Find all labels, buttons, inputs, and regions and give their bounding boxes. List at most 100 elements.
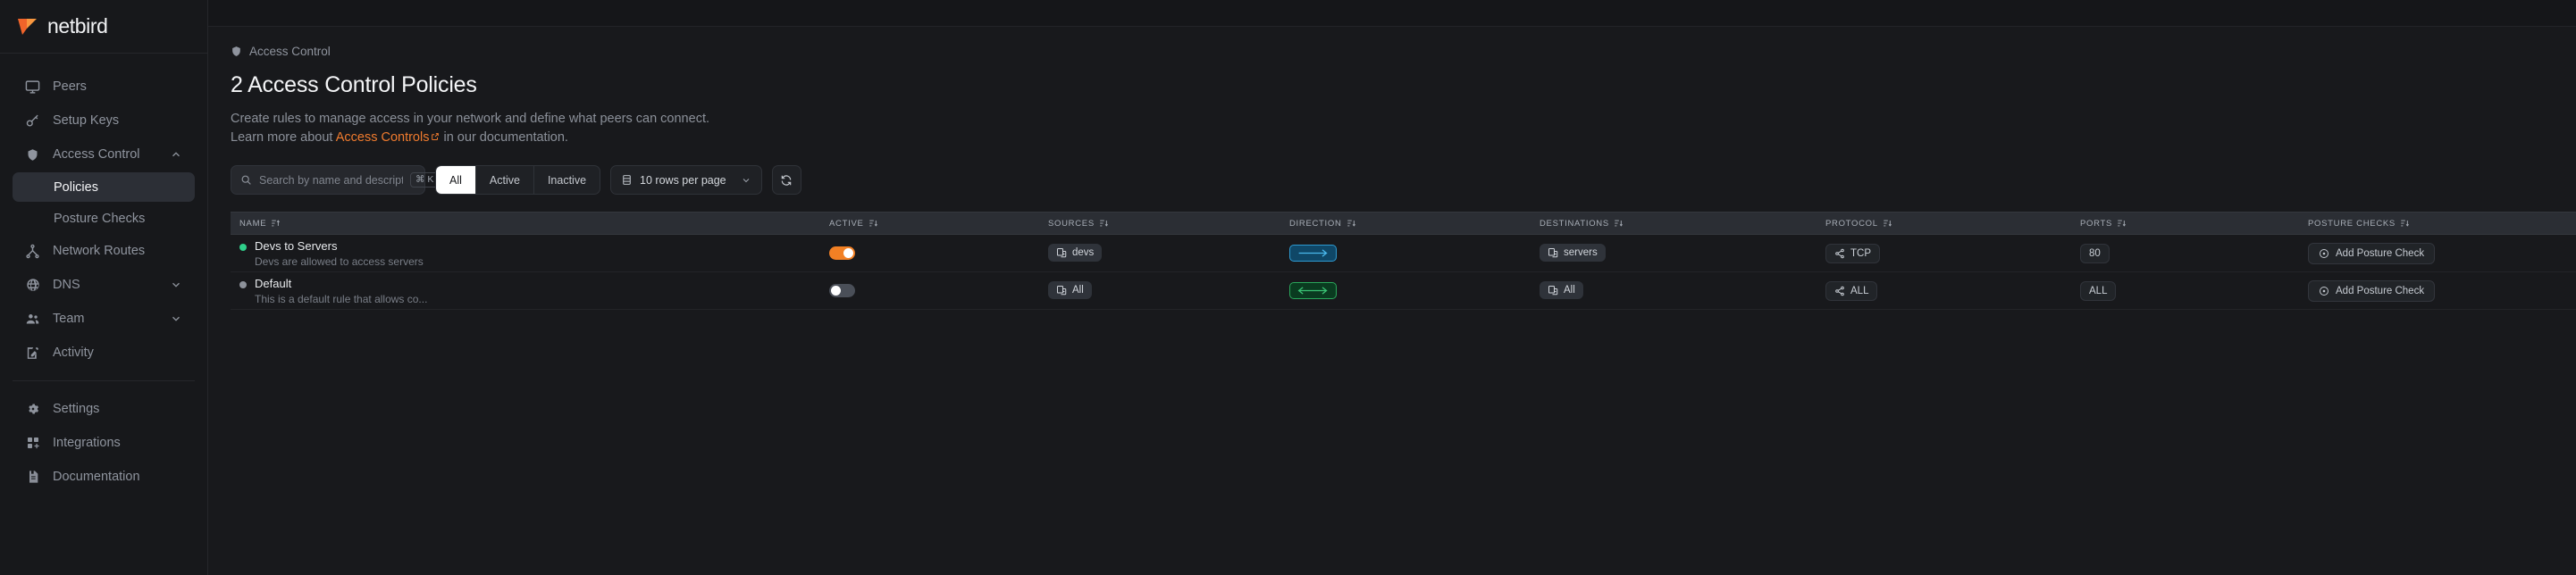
- sidebar-item-peers[interactable]: Peers: [13, 71, 195, 103]
- column-label: Direction: [1289, 219, 1342, 229]
- sidebar-item-activity[interactable]: Activity: [13, 337, 195, 369]
- sort-desc-icon: [1614, 219, 1623, 228]
- status-dot: [239, 244, 247, 251]
- refresh-icon: [780, 174, 793, 187]
- protocol-chip[interactable]: TCP: [1825, 244, 1880, 263]
- sidebar: netbird Peers Setup Keys: [0, 0, 208, 575]
- ports-chip[interactable]: ALL: [2080, 281, 2116, 301]
- filter-inactive-button[interactable]: Inactive: [534, 166, 600, 194]
- users-icon: [25, 312, 40, 327]
- group-icon: [1056, 247, 1067, 258]
- sidebar-item-posture-checks[interactable]: Posture Checks: [13, 204, 195, 233]
- sort-desc-icon: [1883, 219, 1892, 228]
- page-content: Access Control 2 Access Control Policies…: [208, 27, 2576, 575]
- sidebar-item-team[interactable]: Team: [13, 303, 195, 335]
- column-label: Protocol: [1825, 219, 1878, 229]
- filter-active-button[interactable]: Active: [476, 166, 534, 194]
- column-header-destinations[interactable]: Destinations: [1540, 219, 1825, 229]
- active-toggle[interactable]: [829, 246, 855, 260]
- active-toggle[interactable]: [829, 284, 855, 297]
- table-row[interactable]: Devs to Servers Devs are allowed to acce…: [231, 235, 2576, 272]
- cell-name: Devs to Servers Devs are allowed to acce…: [231, 238, 829, 269]
- cell-active: [829, 246, 1048, 260]
- sidebar-item-settings[interactable]: Settings: [13, 393, 195, 425]
- sidebar-item-dns[interactable]: DNS: [13, 269, 195, 301]
- app-root: netbird Peers Setup Keys: [0, 0, 2576, 575]
- column-header-posture-checks[interactable]: Posture Checks: [2308, 219, 2576, 229]
- column-label: Posture Checks: [2308, 219, 2396, 229]
- monitor-icon: [25, 79, 40, 95]
- globe-icon: [25, 278, 40, 293]
- column-header-protocol[interactable]: Protocol: [1825, 219, 2080, 229]
- refresh-button[interactable]: [772, 165, 801, 195]
- add-posture-check-button[interactable]: Add Posture Check: [2308, 243, 2435, 264]
- cell-posture-checks: Add Posture Check: [2308, 280, 2576, 302]
- table-toolbar: ⌘ K All Active Inactive 10 rows per page: [231, 165, 2576, 195]
- rows-per-page-select[interactable]: 10 rows per page: [610, 165, 762, 195]
- chevron-down-icon: [741, 175, 751, 186]
- main-content: Access Control 2 Access Control Policies…: [208, 0, 2576, 575]
- column-label: Destinations: [1540, 219, 1609, 229]
- column-header-direction[interactable]: Direction: [1289, 219, 1540, 229]
- sidebar-item-access-control[interactable]: Access Control: [13, 138, 195, 171]
- cell-posture-checks: Add Posture Check: [2308, 243, 2576, 264]
- source-label: All: [1072, 285, 1084, 296]
- direction-bidirectional-pill[interactable]: [1289, 282, 1337, 299]
- sidebar-item-documentation[interactable]: Documentation: [13, 461, 195, 493]
- source-group-chip[interactable]: All: [1048, 281, 1092, 299]
- cell-sources: All: [1048, 281, 1289, 300]
- sidebar-nav: Peers Setup Keys Access Control: [0, 54, 207, 575]
- sidebar-item-setup-keys[interactable]: Setup Keys: [13, 104, 195, 137]
- sort-desc-icon: [1099, 219, 1108, 228]
- table-row[interactable]: Default This is a default rule that allo…: [231, 272, 2576, 310]
- cell-direction: [1289, 245, 1540, 262]
- status-filter-group: All Active Inactive: [435, 165, 600, 195]
- group-icon: [1056, 285, 1067, 296]
- arrow-right-icon: [1296, 248, 1331, 258]
- destination-group-chip[interactable]: servers: [1540, 244, 1606, 262]
- sidebar-subitem-label: Policies: [54, 180, 98, 195]
- group-icon: [1548, 247, 1558, 258]
- toggle-knob: [831, 286, 841, 296]
- column-header-name[interactable]: Name: [231, 219, 829, 229]
- brand-logo[interactable]: netbird: [0, 0, 207, 54]
- sidebar-item-label: Setup Keys: [53, 113, 182, 128]
- destination-group-chip[interactable]: All: [1540, 281, 1583, 299]
- column-header-sources[interactable]: Sources: [1048, 219, 1289, 229]
- search-box[interactable]: ⌘ K: [231, 165, 425, 195]
- table-header-row: Name Active Sources Direction: [231, 212, 2576, 235]
- cell-ports: ALL: [2080, 281, 2308, 301]
- rows-per-page-label: 10 rows per page: [640, 174, 726, 187]
- cell-protocol: ALL: [1825, 281, 2080, 301]
- protocol-label: ALL: [1850, 286, 1868, 296]
- sidebar-item-label: Peers: [53, 79, 182, 94]
- cell-name: Default This is a default rule that allo…: [231, 276, 829, 306]
- breadcrumb[interactable]: Access Control: [231, 45, 2576, 58]
- destination-label: servers: [1564, 247, 1598, 258]
- column-header-ports[interactable]: Ports: [2080, 219, 2308, 229]
- column-label: Active: [829, 219, 864, 229]
- policy-name: Devs to Servers: [255, 239, 424, 254]
- sidebar-item-integrations[interactable]: Integrations: [13, 427, 195, 459]
- sidebar-item-label: DNS: [53, 278, 157, 292]
- grid-plus-icon: [25, 436, 40, 451]
- protocol-chip[interactable]: ALL: [1825, 281, 1877, 301]
- access-controls-link[interactable]: Access Controls: [336, 130, 430, 145]
- ports-chip[interactable]: 80: [2080, 244, 2110, 263]
- add-posture-check-button[interactable]: Add Posture Check: [2308, 280, 2435, 302]
- source-group-chip[interactable]: devs: [1048, 244, 1102, 262]
- cell-active: [829, 284, 1048, 297]
- column-label: Name: [239, 219, 266, 229]
- column-header-active[interactable]: Active: [829, 219, 1048, 229]
- search-input[interactable]: [259, 174, 403, 187]
- filter-all-button[interactable]: All: [436, 166, 476, 194]
- column-label: Sources: [1048, 219, 1095, 229]
- sidebar-item-network-routes[interactable]: Network Routes: [13, 235, 195, 267]
- arrow-both-icon: [1296, 286, 1331, 296]
- sidebar-item-policies[interactable]: Policies: [13, 172, 195, 202]
- destination-label: All: [1564, 285, 1575, 296]
- direction-oneway-pill[interactable]: [1289, 245, 1337, 262]
- shield-icon: [231, 46, 242, 57]
- cell-direction: [1289, 282, 1540, 299]
- desc-suffix: in our documentation.: [440, 130, 567, 145]
